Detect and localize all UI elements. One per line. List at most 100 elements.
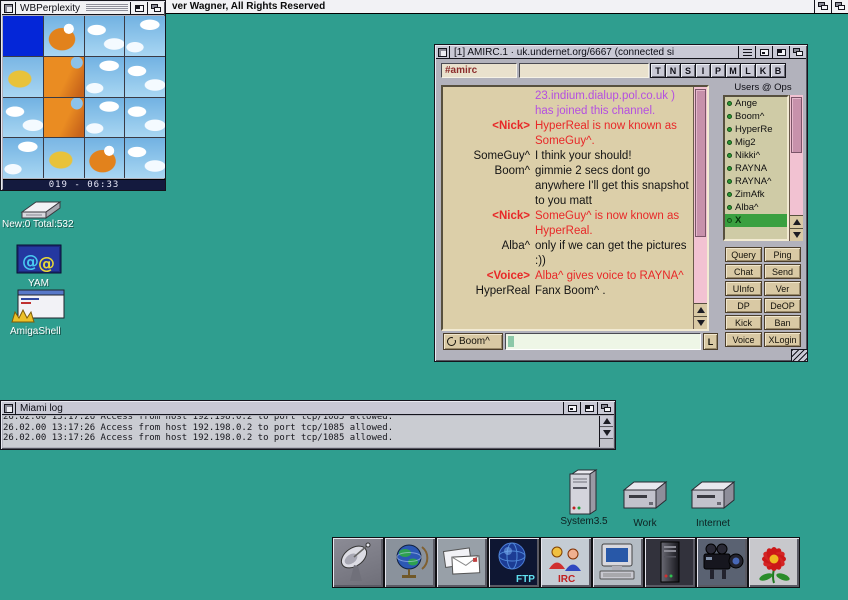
titlebar-drag-area[interactable] — [67, 402, 563, 414]
ver-button[interactable]: Ver — [764, 281, 801, 296]
mode-button-p[interactable]: P — [710, 63, 726, 78]
dock-item-tower[interactable] — [644, 537, 696, 588]
window-iconify-gadget[interactable] — [755, 46, 772, 58]
window-resize-gadget[interactable] — [791, 349, 807, 361]
mode-button-n[interactable]: N — [665, 63, 681, 78]
user-list-item[interactable]: Alba^ — [725, 201, 787, 214]
send-button[interactable]: Send — [764, 264, 801, 279]
mode-button-k[interactable]: K — [755, 63, 771, 78]
dock-item-globe[interactable] — [384, 537, 436, 588]
titlebar-drag-area[interactable] — [86, 4, 128, 12]
window-snapshot-gadget[interactable] — [738, 46, 755, 58]
ping-button[interactable]: Ping — [764, 247, 801, 262]
window-depth-gadget[interactable] — [597, 402, 614, 414]
window-zoom-gadget[interactable] — [130, 2, 147, 14]
scroll-thumb[interactable] — [695, 89, 706, 237]
op-button[interactable]: DP — [725, 298, 762, 313]
puzzle-titlebar[interactable]: WBPerplexity — [2, 2, 164, 15]
puzzle-tile[interactable] — [85, 98, 125, 138]
user-list-item[interactable]: Mig2 — [725, 136, 787, 149]
user-list-item[interactable]: HyperRe — [725, 123, 787, 136]
mail-status-label: New:0 Total:532 — [2, 219, 74, 230]
window-iconify-gadget[interactable] — [563, 402, 580, 414]
user-list-item[interactable]: Nikki^ — [725, 149, 787, 162]
l-button[interactable]: L — [703, 333, 718, 350]
log-scrollbar[interactable] — [599, 416, 613, 447]
xlogin-button[interactable]: XLogin — [764, 332, 801, 347]
window-close-gadget[interactable] — [2, 2, 16, 14]
message-input[interactable] — [505, 333, 701, 350]
deop-button[interactable]: DeOP — [764, 298, 801, 313]
nick-cycle-button[interactable]: Boom^ — [443, 333, 503, 350]
voice-button[interactable]: Voice — [725, 332, 762, 347]
puzzle-tile[interactable] — [125, 98, 165, 138]
puzzle-tile[interactable] — [85, 138, 125, 178]
ban-button[interactable]: Ban — [764, 315, 801, 330]
mode-button-s[interactable]: S — [680, 63, 696, 78]
puzzle-tile[interactable] — [125, 138, 165, 178]
chat-scrollbar[interactable] — [693, 87, 707, 329]
scroll-down-button[interactable] — [790, 228, 803, 241]
scroll-down-button[interactable] — [694, 316, 707, 329]
window-zoom-gadget[interactable] — [772, 46, 789, 58]
screen-depth-gadget[interactable] — [831, 0, 848, 13]
query-button[interactable]: Query — [725, 247, 762, 262]
icon-system35[interactable] — [566, 468, 602, 521]
window-close-gadget[interactable] — [2, 402, 16, 414]
amigashell-icon[interactable] — [10, 288, 66, 331]
puzzle-tile[interactable] — [125, 57, 165, 97]
amirc-titlebar[interactable]: [1] AMIRC.1 · uk.undernet.org/6667 (conn… — [436, 46, 806, 59]
kick-button[interactable]: Kick — [725, 315, 762, 330]
dock-item-computer[interactable] — [592, 537, 644, 588]
dock-item-satellite[interactable] — [332, 537, 384, 588]
scroll-up-button[interactable] — [790, 215, 803, 228]
mode-button-l[interactable]: L — [740, 63, 756, 78]
puzzle-tile[interactable] — [3, 57, 43, 97]
icon-work-disk[interactable] — [620, 478, 670, 519]
screen-iconify-gadget[interactable] — [814, 0, 831, 13]
dock-item-mail[interactable] — [436, 537, 488, 588]
scroll-up-button[interactable] — [694, 303, 707, 316]
puzzle-tile[interactable] — [85, 57, 125, 97]
user-list-item[interactable]: Ange — [725, 97, 787, 110]
puzzle-tile[interactable] — [85, 16, 125, 56]
mode-button-i[interactable]: I — [695, 63, 711, 78]
yam-icon[interactable]: @ @ — [16, 242, 62, 281]
dock-item-ftp[interactable]: FTP — [488, 537, 540, 588]
dock-item-irc[interactable]: IRC — [540, 537, 592, 588]
puzzle-tile[interactable] — [44, 138, 84, 178]
scroll-thumb[interactable] — [791, 97, 802, 153]
window-depth-gadget[interactable] — [147, 2, 164, 14]
puzzle-tile[interactable] — [44, 16, 84, 56]
puzzle-counter: 019 - 06:33 — [3, 179, 165, 190]
puzzle-tile[interactable] — [3, 98, 43, 138]
user-list-item[interactable]: Boom^ — [725, 110, 787, 123]
puzzle-tile[interactable] — [44, 98, 84, 138]
puzzle-tile[interactable] — [44, 57, 84, 97]
channel-input[interactable]: #amirc — [441, 63, 517, 78]
puzzle-tile[interactable] — [3, 16, 43, 56]
window-depth-gadget[interactable] — [789, 46, 806, 58]
user-list-scrollbar[interactable] — [789, 95, 803, 241]
user-list-item[interactable]: RAYNA — [725, 162, 787, 175]
user-list-item[interactable]: RAYNA^ — [725, 175, 787, 188]
uinfo-button[interactable]: UInfo — [725, 281, 762, 296]
puzzle-tile[interactable] — [125, 16, 165, 56]
titlebar-drag-area[interactable] — [678, 46, 738, 58]
window-close-gadget[interactable] — [436, 46, 450, 58]
scroll-up-button[interactable] — [600, 416, 613, 427]
mode-button-t[interactable]: T — [650, 63, 666, 78]
topic-input[interactable] — [519, 63, 649, 78]
user-list-item[interactable]: ZimAfk — [725, 188, 787, 201]
user-list-item-selected[interactable]: X — [725, 214, 787, 227]
scroll-down-button[interactable] — [600, 428, 613, 439]
miami-titlebar[interactable]: Miami log — [2, 402, 614, 415]
puzzle-tile[interactable] — [3, 138, 43, 178]
dock-item-video[interactable] — [696, 537, 748, 588]
icon-internet-disk[interactable] — [688, 478, 738, 519]
mode-button-m[interactable]: M — [725, 63, 741, 78]
chat-button[interactable]: Chat — [725, 264, 762, 279]
dock-item-flower[interactable] — [748, 537, 800, 588]
mode-button-b[interactable]: B — [770, 63, 786, 78]
window-zoom-gadget[interactable] — [580, 402, 597, 414]
